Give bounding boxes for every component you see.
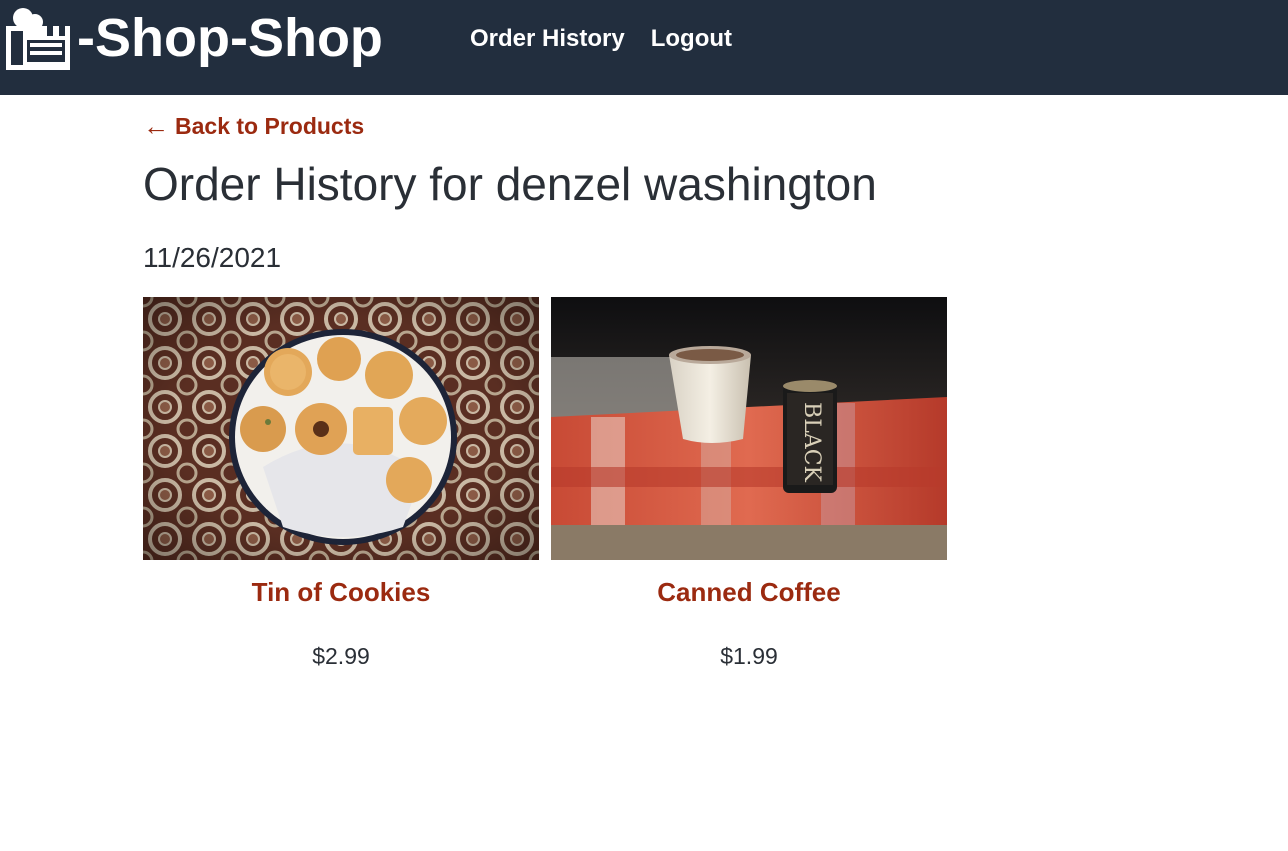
product-card: BLACK Canned Coffee $1.99 (551, 297, 947, 670)
product-card: Tin of Cookies $2.99 (143, 297, 539, 670)
left-arrow-icon: ← (143, 111, 169, 141)
back-link-label: Back to Products (175, 113, 365, 139)
shop-icon (6, 8, 70, 70)
product-name-link[interactable]: Canned Coffee (551, 576, 947, 608)
order-date: 11/26/2021 (143, 242, 282, 273)
canned-coffee-image[interactable]: BLACK (551, 297, 947, 560)
brand-name: -Shop-Shop (77, 8, 383, 68)
back-to-products-link[interactable]: ← Back to Products (143, 112, 364, 140)
cookie-tin-image[interactable] (143, 297, 539, 560)
product-price: $1.99 (720, 643, 778, 669)
svg-text:BLACK: BLACK (799, 402, 824, 482)
page-title: Order History for denzel washington (143, 158, 877, 210)
brand-link[interactable]: -Shop-Shop (3, 4, 383, 72)
product-price: $2.99 (312, 643, 370, 669)
nav-order-history[interactable]: Order History (470, 24, 625, 54)
site-header: -Shop-Shop Order History Logout (0, 0, 1288, 95)
product-name-link[interactable]: Tin of Cookies (143, 576, 539, 608)
nav-logout[interactable]: Logout (651, 24, 732, 54)
main-nav: Order History Logout (470, 24, 732, 54)
